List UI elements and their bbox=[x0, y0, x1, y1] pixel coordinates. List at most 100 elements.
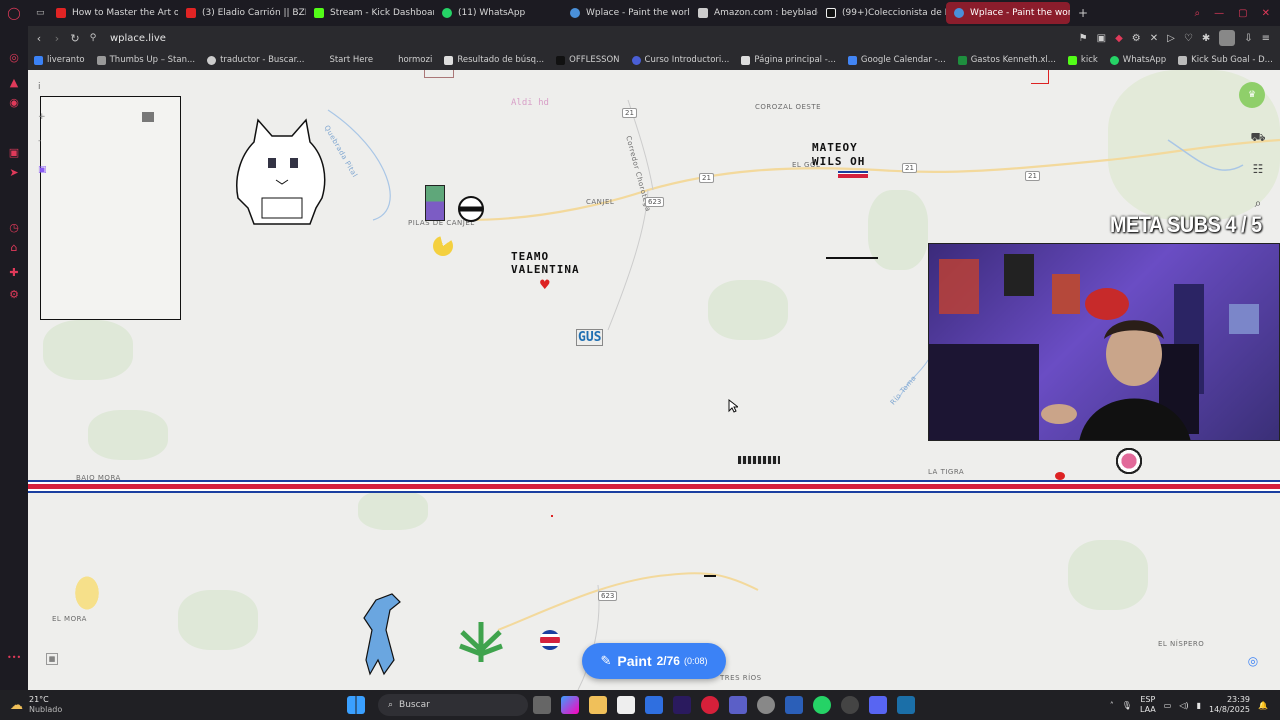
tab-4[interactable]: Wplace - Paint the world bbox=[562, 2, 690, 24]
map-attribution-icon[interactable]: ▦ bbox=[46, 653, 58, 665]
browser-tab-bar: ◯ ▭ How to Master the Art of (3) Eladio … bbox=[0, 0, 1280, 26]
microphone-icon[interactable]: 🎙 bbox=[1122, 701, 1132, 710]
heart-icon[interactable]: ♡ bbox=[1184, 33, 1193, 44]
tab-0[interactable]: How to Master the Art of bbox=[48, 2, 178, 24]
sidebar-history-icon[interactable]: ◷ bbox=[7, 221, 21, 235]
bookmark-item[interactable]: hormozi bbox=[385, 55, 432, 65]
bookmark-item[interactable]: Thumbs Up – Stan... bbox=[96, 55, 195, 65]
discord-icon[interactable] bbox=[869, 696, 887, 714]
bookmark-item[interactable]: Start Here bbox=[316, 55, 373, 65]
forward-icon[interactable]: › bbox=[48, 32, 66, 45]
close-window-icon[interactable]: ✕ bbox=[1262, 8, 1270, 19]
snapshot-icon[interactable]: ▣ bbox=[1097, 33, 1106, 44]
bookmark-item[interactable]: kick bbox=[1067, 55, 1098, 65]
sidebar-bag-icon[interactable]: ⌂ bbox=[7, 241, 21, 255]
locate-me-icon[interactable]: ◎ bbox=[1244, 652, 1262, 670]
zoom-out-button[interactable]: - bbox=[38, 136, 41, 146]
bookmark-item[interactable]: Google Calendar -... bbox=[847, 55, 946, 65]
opera-icon[interactable] bbox=[701, 696, 719, 714]
premiere-icon[interactable] bbox=[673, 696, 691, 714]
bookmark-item[interactable]: Curso Introductori... bbox=[631, 55, 729, 65]
route-shield: 623 bbox=[598, 591, 618, 601]
sidebar-vpn-icon[interactable]: ▲ bbox=[7, 76, 21, 90]
vpn-shield-icon[interactable]: ◆ bbox=[1115, 33, 1123, 44]
tab-6[interactable]: (99+)Coleccionista de Be bbox=[818, 2, 946, 24]
teams-icon[interactable] bbox=[729, 696, 747, 714]
steam-icon[interactable] bbox=[897, 696, 915, 714]
play-icon[interactable]: ▷ bbox=[1167, 33, 1175, 44]
tab-5[interactable]: Amazon.com : beyblade bbox=[690, 2, 818, 24]
tray-chevron-icon[interactable]: ˄ bbox=[1110, 701, 1114, 710]
chat-icon[interactable]: ▣ bbox=[38, 165, 47, 175]
todo-icon[interactable] bbox=[645, 696, 663, 714]
minimize-icon[interactable]: — bbox=[1214, 8, 1224, 19]
tab-menu-icon[interactable]: ▭ bbox=[28, 2, 48, 24]
paint-button[interactable]: ✎ Paint 2/76 (0:08) bbox=[582, 643, 726, 679]
amazon-icon bbox=[698, 8, 708, 18]
language-indicator[interactable]: ESP LAA bbox=[1140, 695, 1156, 715]
search-icon[interactable]: ⌕ bbox=[1249, 194, 1267, 212]
download-icon[interactable]: ⇩ bbox=[1244, 33, 1252, 44]
info-icon[interactable]: i bbox=[38, 82, 41, 92]
bookmark-item[interactable]: Página principal -... bbox=[741, 55, 836, 65]
bookmark-icon[interactable]: ⚑ bbox=[1079, 33, 1088, 44]
sidebar-extension-icon[interactable]: ✚ bbox=[7, 266, 21, 280]
bookmark-item[interactable]: OFFLESSON bbox=[556, 55, 620, 65]
back-icon[interactable]: ‹ bbox=[30, 32, 48, 45]
wplace-map-canvas[interactable]: COROZAL OESTE CANJEL PILAS DE CANJEL LA … bbox=[28, 70, 1280, 690]
leaderboard-icon[interactable]: ☷ bbox=[1249, 160, 1267, 178]
menu-icon[interactable]: ≡ bbox=[1262, 33, 1270, 44]
grid-icon bbox=[1178, 55, 1188, 65]
tab-3[interactable]: (11) WhatsApp bbox=[434, 2, 562, 24]
bookmark-item[interactable]: Kick Sub Goal - D... bbox=[1178, 55, 1273, 65]
user-avatar[interactable]: ♛ bbox=[1239, 82, 1265, 108]
task-view-icon[interactable] bbox=[533, 696, 551, 714]
notifications-icon[interactable]: 🔔 bbox=[1258, 701, 1268, 710]
copilot-icon[interactable] bbox=[561, 696, 579, 714]
youtube-icon bbox=[186, 8, 196, 18]
sidebar-telegram-icon[interactable]: ➤ bbox=[7, 166, 21, 180]
weather-widget[interactable]: ☁ 21°C Nublado bbox=[10, 695, 120, 715]
bookmark-item[interactable]: Resultado de búsq... bbox=[444, 55, 544, 65]
word-icon[interactable] bbox=[785, 696, 803, 714]
clock[interactable]: 23:39 14/8/2025 bbox=[1209, 695, 1250, 715]
aria-icon[interactable]: ◎ bbox=[7, 51, 21, 65]
reload-icon[interactable]: ↻ bbox=[66, 32, 84, 45]
puzzle-icon[interactable]: ✱ bbox=[1202, 33, 1210, 44]
translate-icon[interactable]: ✕ bbox=[1150, 33, 1158, 44]
tab-2[interactable]: Stream - Kick Dashboard bbox=[306, 2, 434, 24]
sidebar-settings-icon[interactable]: ⚙ bbox=[7, 288, 21, 302]
bookmark-item[interactable]: liveranto bbox=[34, 55, 85, 65]
taskbar-search-box[interactable]: ⌕ Buscar bbox=[378, 694, 528, 716]
heart-icon: ♥ bbox=[539, 278, 551, 293]
network-icon[interactable]: ▭ bbox=[1164, 701, 1172, 710]
extensions-icon[interactable]: ⚙ bbox=[1132, 33, 1141, 44]
search-tabs-icon[interactable]: ⌕ bbox=[1195, 8, 1201, 19]
shop-cart-icon[interactable]: ⛟ bbox=[1249, 128, 1267, 146]
chrome-icon[interactable] bbox=[757, 696, 775, 714]
bookmark-favicon-icon bbox=[316, 55, 326, 65]
tab-7-active[interactable]: Wplace - Paint the world✕ bbox=[946, 2, 1070, 24]
file-explorer-icon[interactable] bbox=[589, 696, 607, 714]
maximize-icon[interactable]: ▢ bbox=[1238, 8, 1247, 19]
notion-icon[interactable] bbox=[617, 696, 635, 714]
new-tab-button[interactable]: + bbox=[1070, 2, 1090, 24]
windows-start-icon[interactable] bbox=[347, 696, 365, 714]
volume-icon[interactable]: ◁) bbox=[1179, 701, 1188, 710]
opera-logo-icon[interactable]: ◯ bbox=[0, 2, 28, 24]
zoom-in-button[interactable]: + bbox=[38, 112, 46, 122]
bookmark-item[interactable]: Gastos Kenneth.xl... bbox=[957, 55, 1056, 65]
sidebar-speed-dial-icon[interactable]: ◉ bbox=[7, 96, 21, 110]
bookmark-item[interactable]: WhatsApp bbox=[1109, 55, 1166, 65]
tab-1[interactable]: (3) Eladio Carrión || BZRP bbox=[178, 2, 306, 24]
battery-icon[interactable]: ▮ bbox=[1197, 701, 1201, 710]
profile-avatar[interactable] bbox=[1219, 30, 1236, 46]
bookmark-item[interactable]: traductor - Buscar... bbox=[207, 55, 304, 65]
url-field[interactable]: wplace.live bbox=[110, 33, 166, 44]
obs-icon[interactable] bbox=[841, 696, 859, 714]
pixel-art-ball bbox=[458, 196, 484, 222]
sidebar-messenger-icon[interactable]: ▣ bbox=[7, 146, 21, 160]
sidebar-more-icon[interactable]: ••• bbox=[7, 651, 21, 665]
whatsapp-icon[interactable] bbox=[813, 696, 831, 714]
location-icon[interactable]: ⚲ bbox=[84, 33, 102, 43]
